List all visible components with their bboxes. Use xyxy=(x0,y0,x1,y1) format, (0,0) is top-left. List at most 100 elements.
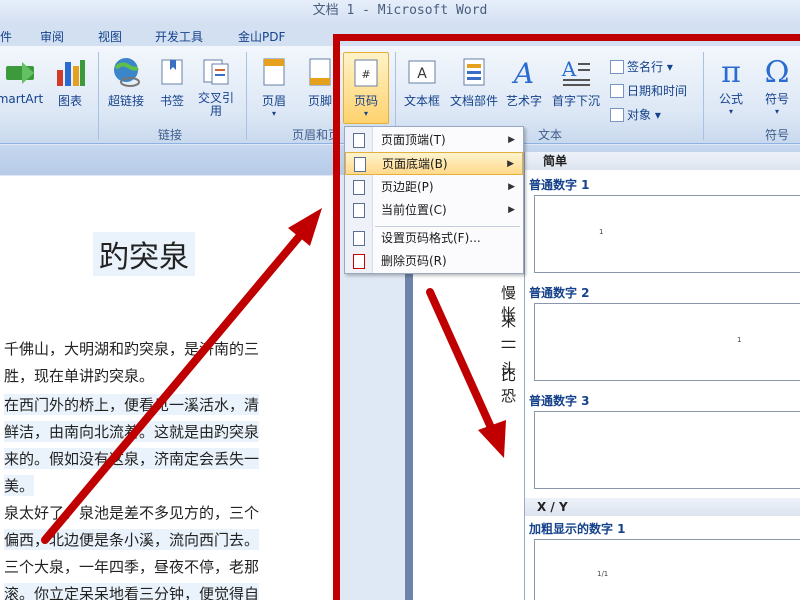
drop-cap-button[interactable]: A 首字下沉 xyxy=(548,56,604,109)
cross-reference-button[interactable]: 交叉引用 xyxy=(196,56,236,118)
smartart-button[interactable]: martArt xyxy=(0,56,46,106)
document-line: 千佛山，大明湖和趵突泉，是济南的三 xyxy=(4,340,260,358)
gallery-item-title: 加粗显示的数字 1 xyxy=(529,522,626,536)
textbox-icon: A xyxy=(408,60,436,84)
gallery-item-plain-number-3[interactable] xyxy=(534,411,800,489)
quick-parts-label: 文档部件 xyxy=(449,94,498,108)
wordart-button[interactable]: A 艺术字 xyxy=(504,56,544,109)
document-title: 趵突泉 xyxy=(93,232,195,276)
wordart-label: 艺术字 xyxy=(505,94,542,108)
header-icon xyxy=(263,58,285,86)
document-line: 在西门外的桥上，便看见一溪活水，清 xyxy=(4,394,260,415)
textbox-label: 文本框 xyxy=(403,94,440,108)
object-label: 对象 xyxy=(627,108,652,122)
document-line: 三个大泉，一年四季，昼夜不停，老那 xyxy=(4,558,260,576)
document-page[interactable]: 趵突泉 千佛山，大明湖和趵突泉，是济南的三 胜，现在单讲趵突泉。 在西门外的桥上… xyxy=(0,176,335,600)
quick-parts-button[interactable]: 文档部件 xyxy=(448,56,500,109)
wordart-icon: A xyxy=(511,57,534,88)
page-margin-icon xyxy=(353,180,365,195)
dropdown-arrow-icon: ▾ xyxy=(774,107,779,116)
window-title: 文档 1 - Microsoft Word xyxy=(312,3,488,18)
calendar-icon xyxy=(610,84,624,98)
gallery-category-simple: 简单 xyxy=(525,152,800,170)
svg-text:#: # xyxy=(361,68,370,81)
omega-icon: Ω xyxy=(765,55,790,86)
gallery-item-title: 普通数字 2 xyxy=(529,286,590,300)
menu-item-bottom-of-page[interactable]: 页面底端(B) ▶ xyxy=(345,152,523,175)
group-label-symbols: 符号 xyxy=(764,128,789,142)
date-time-label: 日期和时间 xyxy=(627,84,688,98)
gallery-item-title: 普通数字 3 xyxy=(529,394,590,408)
gallery-item-bold-number-1[interactable]: 1/1 xyxy=(534,539,800,600)
window-title-bar: 文档 1 - Microsoft Word xyxy=(0,0,800,24)
date-time-button[interactable]: 日期和时间 xyxy=(610,82,687,99)
page-number-label: 页码 xyxy=(353,94,378,108)
page-number-sample: 1 xyxy=(599,228,604,236)
menu-item-label: 设置页码格式(F)... xyxy=(381,231,481,245)
gallery-item-title: 普通数字 1 xyxy=(529,178,590,192)
header-button[interactable]: 页眉 ▾ xyxy=(254,56,294,118)
footer-button[interactable]: 页脚 xyxy=(300,56,340,109)
page-number-icon: # xyxy=(354,59,378,87)
document-line: 来的。假如没有这泉，济南定会丢失一 xyxy=(4,448,260,469)
dropdown-arrow-icon: ▾ xyxy=(363,109,368,118)
object-button[interactable]: 对象 ▾ xyxy=(610,106,661,123)
group-separator xyxy=(703,52,704,140)
textbox-button[interactable]: A 文本框 xyxy=(400,56,444,109)
chart-icon xyxy=(57,60,85,86)
symbol-button[interactable]: Ω 符号 ▾ xyxy=(756,54,798,116)
chart-button[interactable]: 图表 xyxy=(52,56,88,109)
document-line: 泉太好了。泉池是差不多见方的，三个 xyxy=(4,504,260,522)
tab-view[interactable]: 视图 xyxy=(98,28,122,45)
document-line: 鲜洁，由南向北流着。这就是由趵突泉 xyxy=(4,421,260,442)
tab-file[interactable]: 件 xyxy=(0,28,12,45)
document-page-secondary[interactable]: 慢怅 来一 一头 比恐 xyxy=(405,270,525,600)
submenu-arrow-icon: ▶ xyxy=(508,205,515,215)
menu-item-remove-page-numbers[interactable]: 删除页码(R) xyxy=(345,250,523,273)
page-number-menu: 页面顶端(T) ▶ 页面底端(B) ▶ 页边距(P) ▶ 当前位置(C) ▶ 设… xyxy=(344,126,524,274)
submenu-arrow-icon: ▶ xyxy=(507,159,514,169)
bookmark-button[interactable]: 书签 xyxy=(154,56,190,109)
menu-item-label: 页边距(P) xyxy=(381,180,434,194)
menu-item-label: 当前位置(C) xyxy=(381,203,447,217)
drop-cap-icon: A xyxy=(561,57,590,86)
page-number-sample: 1 xyxy=(737,336,742,344)
drop-cap-label: 首字下沉 xyxy=(551,94,600,108)
tab-developer[interactable]: 开发工具 xyxy=(155,28,203,45)
object-icon xyxy=(610,108,624,122)
hyperlink-button[interactable]: 超链接 xyxy=(104,56,148,109)
svg-text:A: A xyxy=(511,57,534,88)
document-line: 胜，现在单讲趵突泉。 xyxy=(4,367,155,385)
svg-text:A: A xyxy=(561,57,577,81)
menu-item-top-of-page[interactable]: 页面顶端(T) ▶ xyxy=(345,129,523,152)
gallery-item-plain-number-1[interactable]: 1 xyxy=(534,195,800,273)
menu-item-label: 删除页码(R) xyxy=(381,254,447,268)
page-number-button[interactable]: # 页码 ▾ xyxy=(346,58,386,118)
footer-label: 页脚 xyxy=(307,94,332,108)
bookmark-label: 书签 xyxy=(159,94,184,108)
menu-item-current-position[interactable]: 当前位置(C) ▶ xyxy=(345,199,523,222)
current-position-icon xyxy=(353,203,365,218)
smartart-label: martArt xyxy=(0,92,44,106)
tab-review[interactable]: 审阅 xyxy=(40,28,64,45)
tab-kingsoft-pdf[interactable]: 金山PDF xyxy=(238,28,285,45)
equation-button[interactable]: π 公式 ▾ xyxy=(710,54,752,116)
format-page-number-icon xyxy=(353,231,365,246)
signature-line-button[interactable]: 签名行 ▾ xyxy=(610,58,673,75)
footer-icon xyxy=(309,58,331,86)
document-line: 偏西，北边便是条小溪，流向西门去。 xyxy=(4,529,260,550)
page-bottom-icon xyxy=(354,157,366,172)
document-line: 比恐 xyxy=(501,366,517,405)
svg-text:π: π xyxy=(721,55,741,86)
menu-item-format-page-numbers[interactable]: 设置页码格式(F)... xyxy=(345,227,523,250)
gallery-item-plain-number-2[interactable]: 1 xyxy=(534,303,800,381)
ribbon-tab-bar: 件 审阅 视图 开发工具 金山PDF xyxy=(0,24,800,48)
symbol-label: 符号 xyxy=(764,92,789,106)
equation-label: 公式 xyxy=(718,92,743,106)
page-bottom-gallery: 简单 普通数字 1 1 普通数字 2 1 普通数字 3 X / Y 加粗显示的数… xyxy=(524,152,800,600)
bookmark-icon xyxy=(161,59,183,85)
menu-item-page-margins[interactable]: 页边距(P) ▶ xyxy=(345,176,523,199)
smartart-icon xyxy=(6,62,34,84)
svg-text:A: A xyxy=(417,66,427,82)
group-separator xyxy=(246,52,247,140)
